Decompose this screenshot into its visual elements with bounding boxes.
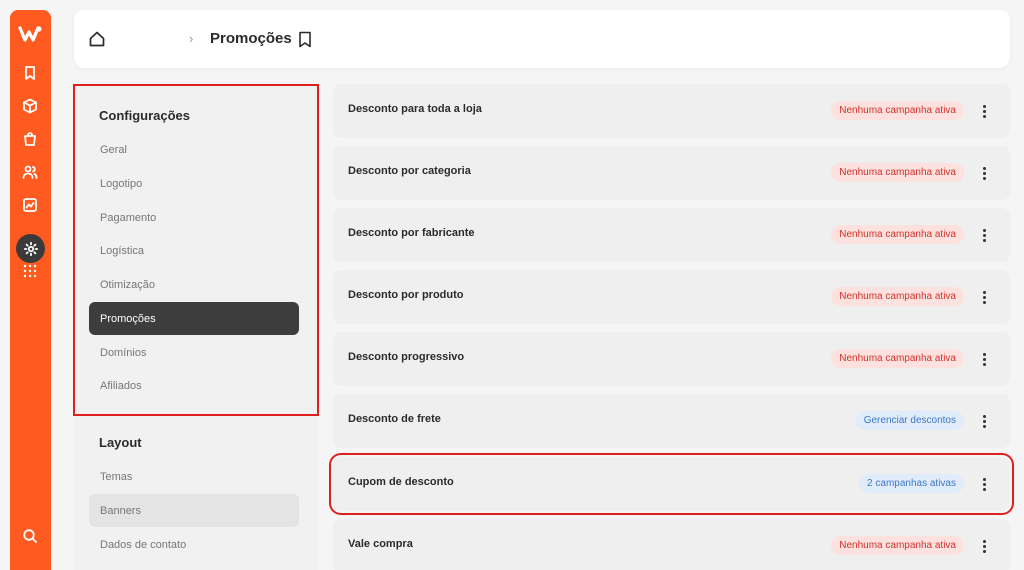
more-options-icon[interactable] — [976, 351, 992, 367]
promotion-row[interactable]: Desconto de frete Gerenciar descontos — [333, 394, 1010, 448]
promotion-title: Desconto progressivo — [348, 351, 465, 363]
more-options-icon[interactable] — [976, 103, 992, 119]
promotion-row[interactable]: Desconto progressivo Nenhuma campanha at… — [333, 332, 1010, 386]
gear-icon[interactable] — [16, 234, 45, 263]
settings-nav: Configurações Geral Logotipo Pagamento L… — [73, 84, 319, 570]
status-badge: Nenhuma campanha ativa — [831, 536, 964, 555]
bag-icon[interactable] — [19, 128, 41, 150]
nav-item-pagamento[interactable]: Pagamento — [89, 201, 299, 234]
promotion-row[interactable]: Desconto por produto Nenhuma campanha at… — [333, 270, 1010, 324]
more-options-icon[interactable] — [976, 227, 992, 243]
promotion-title: Desconto por produto — [348, 289, 464, 301]
status-badge: Nenhuma campanha ativa — [831, 287, 964, 306]
section-title-configuracoes: Configurações — [99, 108, 191, 123]
status-badge: Nenhuma campanha ativa — [831, 163, 964, 182]
more-options-icon[interactable] — [976, 289, 992, 305]
grid-icon[interactable] — [19, 260, 41, 282]
more-options-icon[interactable] — [976, 165, 992, 181]
promotion-row[interactable]: Desconto para toda a loja Nenhuma campan… — [333, 84, 1010, 138]
bookmark-icon[interactable] — [19, 62, 41, 84]
status-badge: 2 campanhas ativas — [859, 474, 964, 493]
more-options-icon[interactable] — [976, 538, 992, 554]
home-icon[interactable] — [88, 30, 106, 48]
nav-item-afiliados[interactable]: Afiliados — [89, 369, 299, 402]
logo-icon[interactable] — [18, 24, 43, 44]
more-options-icon[interactable] — [976, 476, 992, 492]
promotion-title: Desconto para toda a loja — [348, 103, 482, 115]
breadcrumb-separator: › — [189, 31, 194, 46]
users-icon[interactable] — [19, 161, 41, 183]
promotion-row-highlighted[interactable]: Cupom de desconto 2 campanhas ativas — [329, 453, 1014, 515]
status-badge[interactable]: Gerenciar descontos — [855, 411, 964, 430]
nav-item-geral[interactable]: Geral — [89, 133, 299, 166]
nav-item-dados-de-contato[interactable]: Dados de contato — [89, 528, 299, 561]
promotion-title: Desconto por categoria — [348, 165, 471, 177]
more-options-icon[interactable] — [976, 413, 992, 429]
nav-item-dominios[interactable]: Domínios — [89, 336, 299, 369]
search-icon[interactable] — [19, 525, 41, 547]
chart-icon[interactable] — [19, 194, 41, 216]
promotion-title: Desconto por fabricante — [348, 227, 475, 239]
nav-item-promocoes[interactable]: Promoções — [89, 302, 299, 335]
nav-item-temas[interactable]: Temas — [89, 460, 299, 493]
promotion-row[interactable]: Desconto por fabricante Nenhuma campanha… — [333, 208, 1010, 262]
status-badge: Nenhuma campanha ativa — [831, 225, 964, 244]
nav-item-logotipo[interactable]: Logotipo — [89, 167, 299, 200]
status-badge: Nenhuma campanha ativa — [831, 101, 964, 120]
promotion-title: Desconto de frete — [348, 413, 441, 425]
promotion-title: Vale compra — [348, 538, 413, 550]
promotion-title: Cupom de desconto — [348, 476, 454, 488]
page-title: Promoções — [210, 30, 292, 47]
status-badge: Nenhuma campanha ativa — [831, 349, 964, 368]
page-header: › Promoções — [74, 10, 1010, 68]
box-icon[interactable] — [19, 95, 41, 117]
nav-item-logistica[interactable]: Logística — [89, 234, 299, 267]
promotion-row[interactable]: Vale compra Nenhuma campanha ativa — [333, 519, 1010, 570]
nav-item-banners[interactable]: Banners — [89, 494, 299, 527]
promotion-row[interactable]: Desconto por categoria Nenhuma campanha … — [333, 146, 1010, 200]
bookmark-icon[interactable] — [298, 31, 312, 48]
section-title-layout: Layout — [99, 435, 142, 450]
app-rail — [10, 10, 51, 570]
nav-item-otimizacao[interactable]: Otimização — [89, 268, 299, 301]
